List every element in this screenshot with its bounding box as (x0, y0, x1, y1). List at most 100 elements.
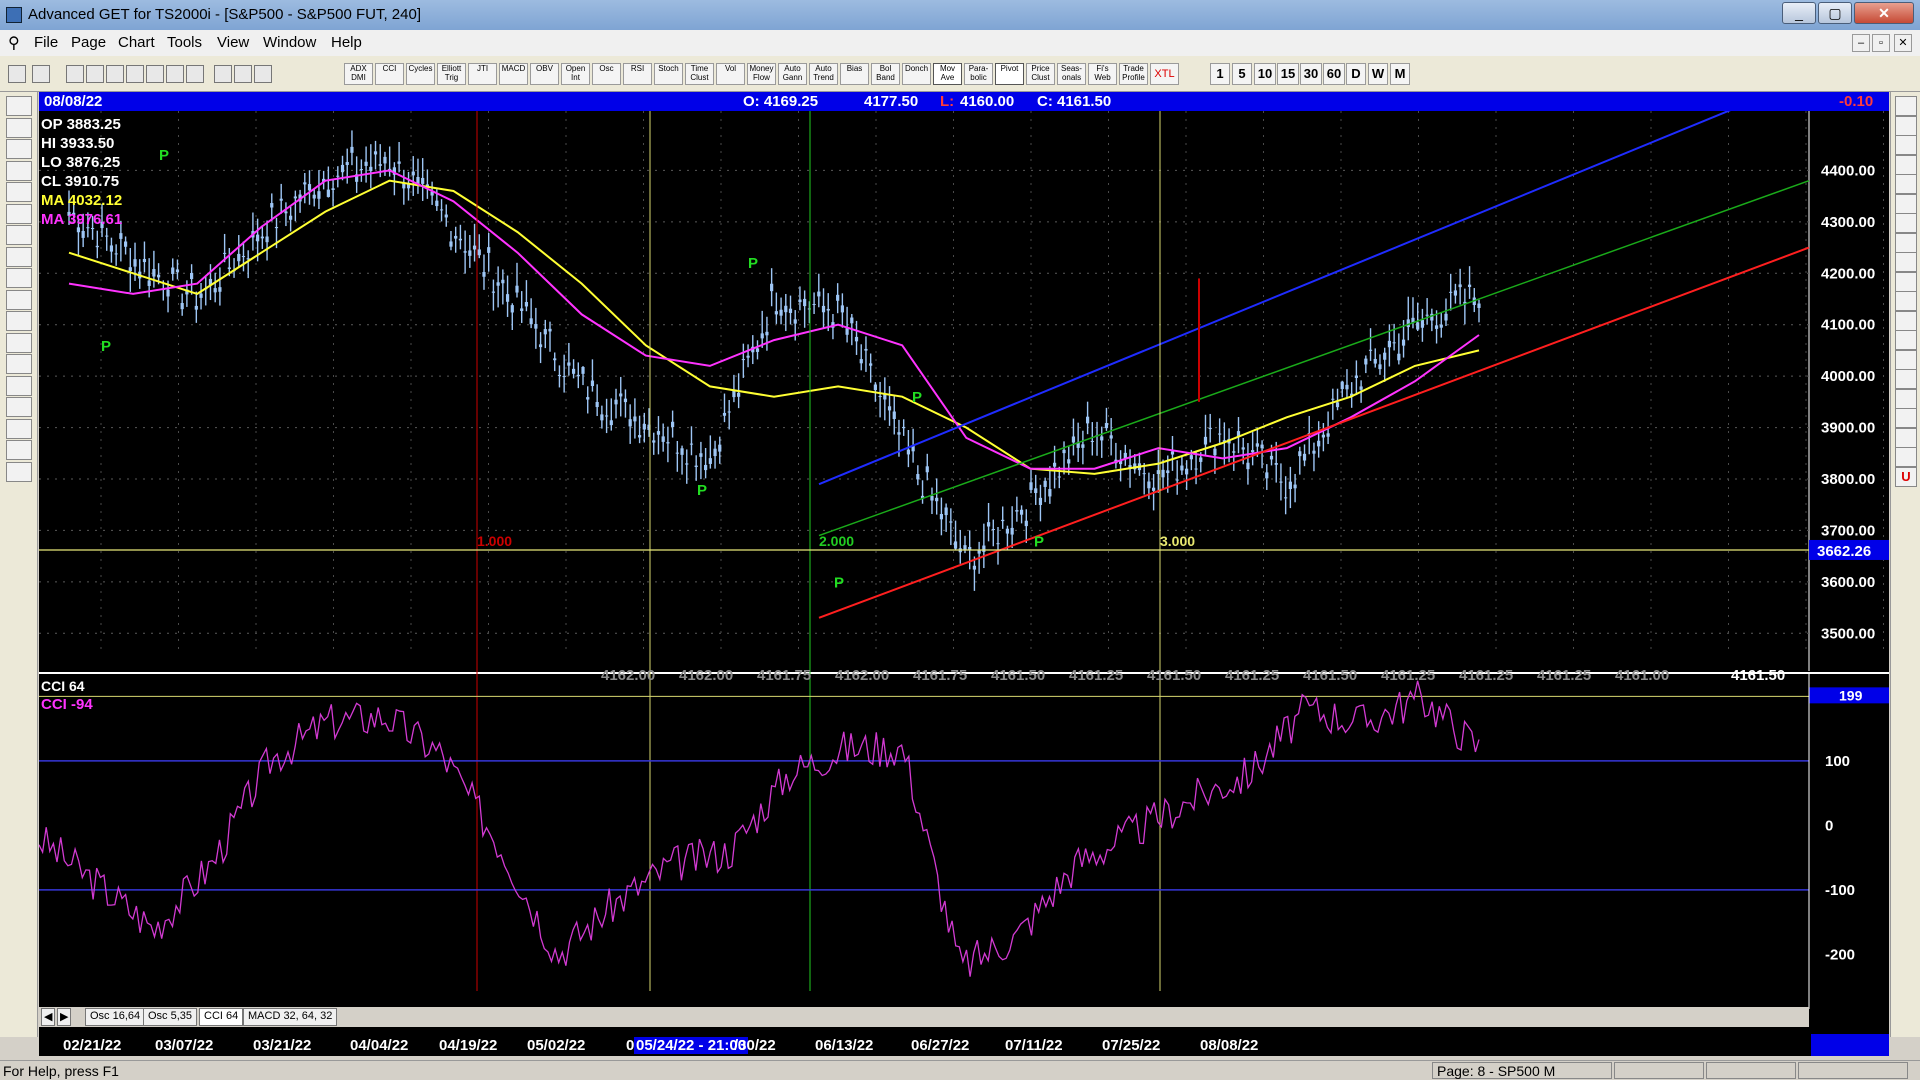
tab-osc-5-35[interactable]: Osc 5,35 (143, 1008, 198, 1026)
print-icon[interactable] (214, 65, 232, 83)
interval-5-button[interactable]: 5 (1232, 63, 1252, 85)
stack-tool-icon[interactable] (1895, 447, 1917, 467)
toolbar-auto-trend-button[interactable]: Auto Trend (809, 63, 838, 85)
close-button[interactable]: ✕ (1854, 2, 1914, 24)
toolbar-xtl-button[interactable]: XTL (1150, 63, 1179, 85)
grid-tool-icon[interactable] (1895, 330, 1917, 350)
toolbar-bol-band-button[interactable]: Bol Band (871, 63, 900, 85)
scale-tool-icon[interactable] (6, 289, 32, 310)
elliott-tool-icon[interactable] (6, 182, 32, 202)
pointer-icon[interactable] (8, 65, 26, 83)
maximize-button[interactable]: ▢ (1818, 2, 1852, 24)
gann-tool-icon[interactable] (6, 397, 32, 417)
mdi-close-button[interactable]: ✕ (1894, 34, 1912, 52)
right-arrow-tool-icon[interactable] (6, 268, 32, 288)
fib-time-tool-icon[interactable] (1895, 193, 1917, 214)
toolbar-osc-button[interactable]: Osc (592, 63, 621, 85)
fan-tool-icon[interactable] (1895, 232, 1917, 253)
settings-icon[interactable] (186, 65, 204, 83)
menu-view[interactable]: View (217, 34, 249, 51)
mdi-minimize-button[interactable]: – (1852, 34, 1870, 52)
chart-area[interactable]: 4400.00 4300.00 4200.00 4100.00 4000.00 3900.… (38, 76, 1889, 1046)
interval-30-button[interactable]: 30 (1300, 63, 1322, 85)
toolbar-rsi-button[interactable]: RSI (623, 63, 652, 85)
zoom-tool-icon[interactable] (1895, 388, 1917, 409)
chart-window-icon[interactable] (146, 65, 164, 83)
menu-window[interactable]: Window (263, 34, 316, 51)
interval-m-button[interactable]: M (1390, 63, 1410, 85)
toolbar-price-clust-button[interactable]: Price Clust (1026, 63, 1055, 85)
context-help-icon[interactable] (254, 65, 272, 83)
toolbar-open-int-button[interactable]: Open Int (561, 63, 590, 85)
copy-icon[interactable] (86, 65, 104, 83)
fib-retrace-tool-icon[interactable] (1895, 154, 1917, 175)
toolbar-mov-ave-button[interactable]: Mov Ave (933, 63, 962, 85)
back-icon[interactable] (106, 65, 124, 83)
toolbar-time-clust-button[interactable]: Time Clust (685, 63, 714, 85)
toolbar-adx-dmi-button[interactable]: ADX DMI (344, 63, 373, 85)
calendar-tool-icon[interactable] (1895, 427, 1917, 448)
compress-tool-icon[interactable] (6, 332, 32, 353)
grid-icon[interactable] (166, 65, 184, 83)
reset-tool-icon[interactable] (6, 139, 32, 159)
menu-file[interactable]: File (34, 34, 58, 51)
toolbar-trade-profile-button[interactable]: Trade Profile (1119, 63, 1148, 85)
tab-scroll-left[interactable]: ◀ (41, 1008, 55, 1026)
new-page-icon[interactable] (66, 65, 84, 83)
interval-60-button[interactable]: 60 (1323, 63, 1345, 85)
toolbar-cycles-button[interactable]: Cycles (406, 63, 435, 85)
forward-icon[interactable] (126, 65, 144, 83)
left-arrow-tool-icon[interactable] (6, 246, 32, 267)
toolbar-auto-gann-button[interactable]: Auto Gann (778, 63, 807, 85)
mob-tool-icon[interactable] (1895, 349, 1917, 370)
measure-tool-icon[interactable] (6, 354, 32, 374)
box-tool-icon[interactable] (1895, 252, 1917, 272)
menu-chart[interactable]: Chart (118, 34, 155, 51)
toolbar-bias-button[interactable]: Bias (840, 63, 869, 85)
minimize-button[interactable]: _ (1782, 2, 1816, 24)
toolbar-elliott-trig-button[interactable]: Elliott Trig (437, 63, 466, 85)
interval-d-button[interactable]: D (1346, 63, 1366, 85)
expand-tool-icon[interactable] (6, 311, 32, 331)
toolbar-pivot-button[interactable]: Pivot (995, 63, 1024, 85)
menu-help[interactable]: Help (331, 34, 362, 51)
price-chart[interactable]: 4400.00 4300.00 4200.00 4100.00 4000.00 3900.… (38, 76, 1889, 1046)
menu-page[interactable]: Page (71, 34, 106, 51)
ellipse-tool-icon[interactable] (1895, 271, 1917, 292)
toolbar-fi-s-web-button[interactable]: Fi's Web (1088, 63, 1117, 85)
tab-scroll-right[interactable]: ▶ (57, 1008, 71, 1026)
toolbar-macd-button[interactable]: MACD (499, 63, 528, 85)
toolbar-stoch-button[interactable]: Stoch (654, 63, 683, 85)
toolbar-seas-onals-button[interactable]: Seas- onals (1057, 63, 1086, 85)
page-tool-icon[interactable] (6, 461, 32, 482)
u-tool-icon[interactable]: U (1895, 466, 1917, 487)
interval-15-button[interactable]: 15 (1277, 63, 1299, 85)
up-arrow-tool-icon[interactable] (6, 203, 32, 224)
tab-osc-16-64[interactable]: Osc 16,64 (85, 1008, 146, 1026)
line-tool-icon[interactable] (1895, 135, 1917, 155)
crosshair-tool-icon[interactable] (6, 440, 32, 460)
mdi-restore-button[interactable]: ▫ (1872, 34, 1890, 52)
toolbar-para-bolic-button[interactable]: Para- bolic (964, 63, 993, 85)
lines-tool-icon[interactable] (6, 375, 32, 396)
close-tool-icon[interactable] (1895, 96, 1917, 116)
circle-tool-icon[interactable] (1895, 213, 1917, 233)
document-icon[interactable]: ⚲ (8, 33, 24, 52)
quote-icon[interactable] (32, 65, 50, 83)
toolbar-jti-button[interactable]: JTI (468, 63, 497, 85)
toolbar-money-flow-button[interactable]: Money Flow (747, 63, 776, 85)
toolbar-cci-button[interactable]: CCI (375, 63, 404, 85)
study-tool-icon[interactable] (6, 160, 32, 181)
pti-tool-icon[interactable] (1895, 310, 1917, 331)
marker-tool-icon[interactable] (1895, 408, 1917, 428)
toolbar-obv-button[interactable]: OBV (530, 63, 559, 85)
tab-macd[interactable]: MACD 32, 64, 32 (243, 1008, 338, 1026)
fib-tool-icon[interactable] (6, 418, 32, 439)
toolbar-donch-button[interactable]: Donch (902, 63, 931, 85)
pencil-tool-icon[interactable] (1895, 115, 1917, 136)
grid-tool-icon[interactable] (6, 117, 32, 138)
help-icon[interactable] (234, 65, 252, 83)
open-tool-icon[interactable] (6, 96, 32, 116)
interval-10-button[interactable]: 10 (1254, 63, 1276, 85)
interval-1-button[interactable]: 1 (1210, 63, 1230, 85)
